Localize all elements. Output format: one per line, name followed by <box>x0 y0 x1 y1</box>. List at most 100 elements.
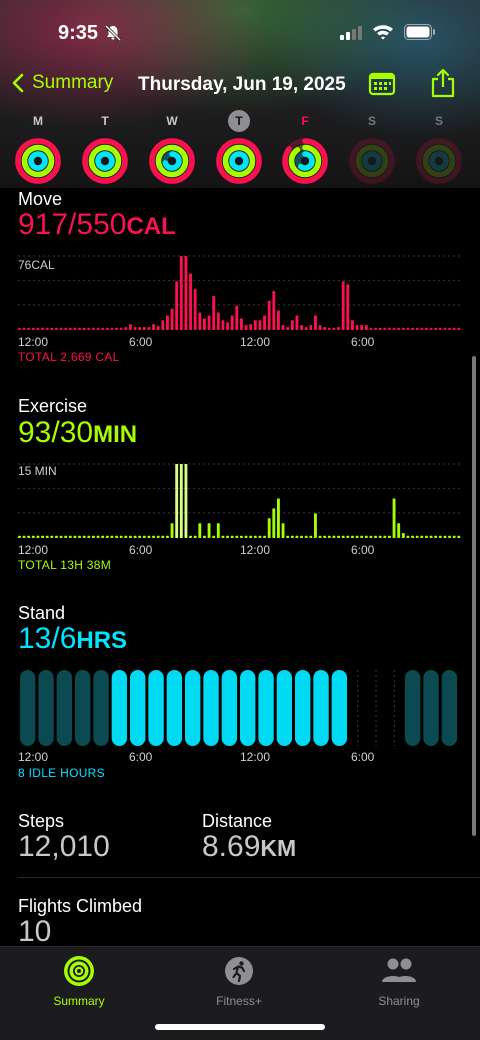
day-1[interactable]: T <box>79 110 131 190</box>
bar <box>31 535 35 538</box>
bar <box>253 320 257 330</box>
back-button[interactable]: Summary <box>12 72 113 94</box>
bar <box>360 535 364 538</box>
bar <box>267 300 271 330</box>
bar <box>314 513 317 538</box>
bar <box>378 535 382 538</box>
status-bar: 9:35 <box>0 0 480 64</box>
bar <box>392 498 396 538</box>
bar <box>230 535 234 538</box>
bar <box>216 523 220 538</box>
bar <box>267 518 271 538</box>
bar <box>286 535 290 538</box>
axis-tick-label: 6:00 <box>129 750 153 764</box>
activity-rings-icon <box>64 956 94 986</box>
distance-value-unit: KM <box>260 835 297 861</box>
bar <box>374 327 377 330</box>
tab-summary[interactable]: Summary <box>19 955 139 1008</box>
bar <box>415 327 419 330</box>
day-2[interactable]: W <box>146 110 198 190</box>
bar <box>425 327 428 330</box>
distance-value: 8.69KM <box>202 830 296 864</box>
bar <box>457 535 461 538</box>
bar <box>388 327 391 330</box>
calendar-button[interactable] <box>368 70 396 101</box>
bar <box>36 535 40 538</box>
bar <box>119 535 123 538</box>
stand-hour <box>20 670 36 746</box>
bar <box>41 535 44 538</box>
bar <box>392 327 396 330</box>
bar <box>420 327 424 330</box>
bar <box>369 327 373 330</box>
bar <box>92 327 95 330</box>
stand-value-unit: HRS <box>76 627 128 654</box>
bar <box>388 535 391 538</box>
day-0[interactable]: M <box>12 110 64 190</box>
bar <box>68 327 72 330</box>
activity-ring <box>349 138 395 184</box>
scrollbar[interactable] <box>472 356 476 836</box>
page-title: Thursday, Jun 19, 2025 <box>138 74 346 95</box>
bar <box>235 535 239 538</box>
bar <box>374 535 377 538</box>
axis-tick-label: 12:00 <box>240 750 271 764</box>
bar <box>18 327 21 330</box>
bar <box>420 535 424 538</box>
bar <box>87 327 91 330</box>
move-total: TOTAL 2,669 CAL <box>18 350 120 364</box>
bar <box>397 327 401 330</box>
bar <box>434 535 438 538</box>
stand-hour <box>295 670 311 746</box>
axis-tick-label: 6:00 <box>129 543 153 557</box>
bar <box>82 327 86 330</box>
bar <box>179 464 183 538</box>
bar <box>73 327 77 330</box>
bar <box>429 327 433 330</box>
bar <box>443 535 447 538</box>
day-3[interactable]: T <box>213 110 265 190</box>
bar <box>309 325 313 330</box>
activity-ring <box>15 138 61 184</box>
tab-sharing[interactable]: Sharing <box>339 955 459 1008</box>
day-label: F <box>301 114 309 128</box>
bar <box>45 327 49 330</box>
activity-ring <box>216 138 262 184</box>
axis-tick-label: 6:00 <box>351 750 375 764</box>
chevron-left-icon <box>12 73 24 93</box>
tab-fitness-plus[interactable]: Fitness+ <box>179 955 299 1008</box>
bar <box>175 281 179 330</box>
day-6[interactable]: S <box>413 110 465 190</box>
bar <box>337 327 340 330</box>
bar <box>129 535 132 538</box>
home-indicator[interactable] <box>155 1024 325 1030</box>
bar <box>73 535 77 538</box>
day-4[interactable]: F <box>279 110 331 190</box>
bar <box>170 523 174 538</box>
bar <box>341 535 345 538</box>
bar <box>318 325 322 330</box>
bar <box>244 535 248 538</box>
bar <box>170 308 174 330</box>
axis-tick-label: 6:00 <box>351 543 375 557</box>
bar <box>355 325 359 330</box>
bar <box>115 535 118 538</box>
stand-hour <box>258 670 274 746</box>
bar <box>68 535 72 538</box>
move-value-number: 917/550 <box>18 208 127 241</box>
stand-title: Stand <box>18 603 66 623</box>
bar <box>59 327 63 330</box>
silent-bell-icon <box>104 24 122 47</box>
bar <box>346 284 350 330</box>
stand-hour <box>185 670 201 746</box>
day-5[interactable]: S <box>346 110 398 190</box>
stand-hour <box>405 670 421 746</box>
bar <box>429 535 433 538</box>
bar <box>226 535 229 538</box>
move-max-label: 76CAL <box>18 258 55 272</box>
bar <box>133 327 137 330</box>
share-button[interactable] <box>430 68 456 103</box>
bar <box>45 535 49 538</box>
exercise-title: Exercise <box>18 396 88 416</box>
stand-hour <box>423 670 439 746</box>
